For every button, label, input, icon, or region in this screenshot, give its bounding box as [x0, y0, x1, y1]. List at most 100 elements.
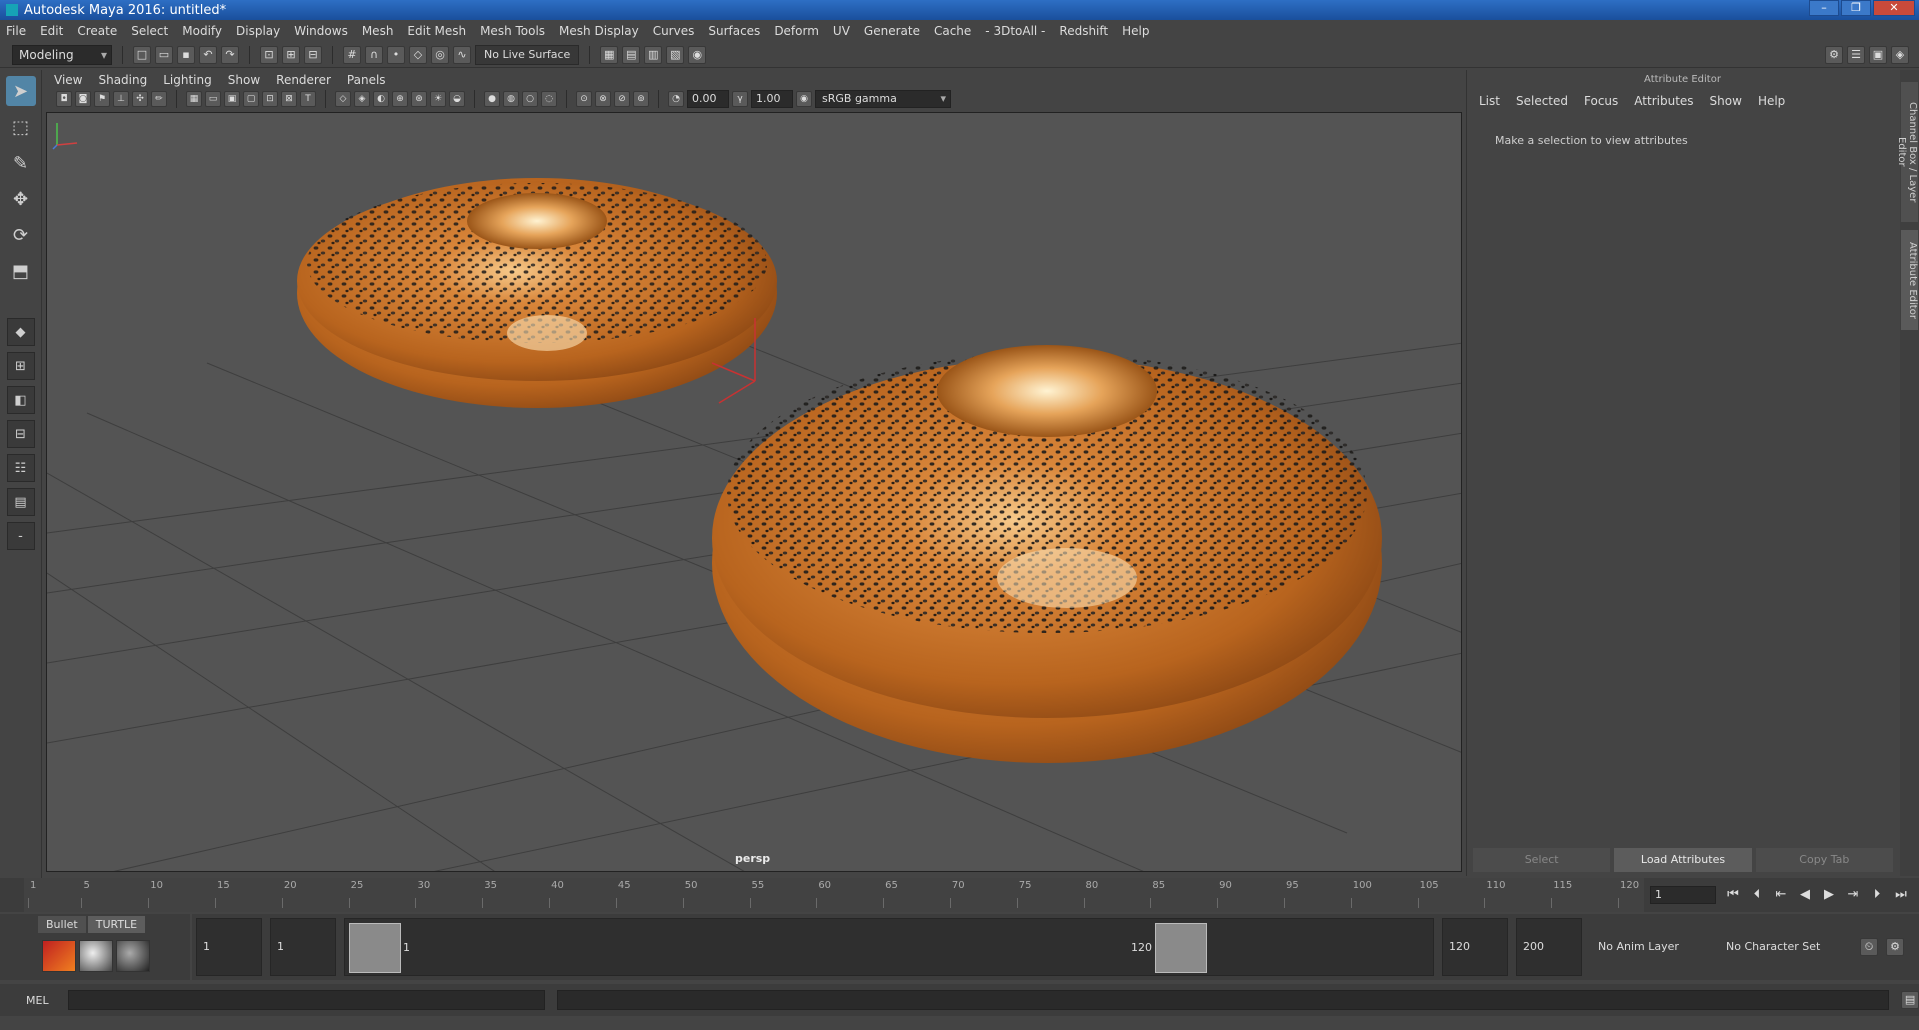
menu-surfaces[interactable]: Surfaces: [708, 24, 760, 38]
menu-3dtoall[interactable]: - 3DtoAll -: [985, 24, 1045, 38]
menu-mesh[interactable]: Mesh: [362, 24, 394, 38]
play-backwards-icon[interactable]: ◀: [1794, 884, 1816, 906]
ae-menu-list[interactable]: List: [1479, 94, 1500, 108]
step-back-key-icon[interactable]: ⇤: [1770, 884, 1792, 906]
playback-start-field[interactable]: 1: [270, 918, 336, 976]
ae-menu-show[interactable]: Show: [1710, 94, 1742, 108]
copy-tab-button[interactable]: Copy Tab: [1755, 848, 1893, 872]
move-tool-icon[interactable]: ✥: [6, 184, 36, 214]
uv-editor-layout-icon[interactable]: ▤: [6, 488, 35, 516]
grid-icon[interactable]: ▦: [186, 91, 202, 107]
open-scene-icon[interactable]: ▭: [155, 45, 173, 64]
ipr-render-icon[interactable]: ▥: [644, 45, 663, 64]
make-live-icon[interactable]: ◎: [431, 45, 449, 64]
bookmark-icon[interactable]: ⚑: [94, 91, 110, 107]
anim-layer-select[interactable]: No Anim Layer: [1592, 918, 1712, 976]
select-camera-icon[interactable]: ◘: [56, 91, 72, 107]
default-material-icon[interactable]: ◐: [373, 91, 389, 107]
resolution-gate-icon[interactable]: ▣: [224, 91, 240, 107]
turtle-render-icon[interactable]: [42, 940, 76, 972]
motion-blur-icon[interactable]: ◍: [503, 91, 519, 107]
menu-set-select[interactable]: Modeling: [12, 44, 112, 65]
single-perspective-view-icon[interactable]: ◆: [6, 318, 35, 346]
select-component-icon[interactable]: ⊟: [304, 45, 322, 64]
maximize-button[interactable]: ❐: [1841, 0, 1871, 16]
menu-modify[interactable]: Modify: [182, 24, 222, 38]
menu-uv[interactable]: UV: [833, 24, 850, 38]
safe-title-icon[interactable]: T: [300, 91, 316, 107]
four-view-layout-icon[interactable]: ⊞: [6, 352, 35, 380]
screen-space-ao-icon[interactable]: ●: [484, 91, 500, 107]
use-all-lights-icon[interactable]: ☀: [430, 91, 446, 107]
ae-select-button[interactable]: Select: [1473, 848, 1611, 872]
persp-outliner-layout-icon[interactable]: ◧: [6, 386, 35, 414]
color-management-icon[interactable]: ◉: [796, 91, 812, 107]
xray-icon[interactable]: ⊗: [595, 91, 611, 107]
hypershade-layout-icon[interactable]: ☷: [6, 454, 35, 482]
render-frame-icon[interactable]: ▤: [622, 45, 641, 64]
go-to-end-icon[interactable]: ⏭: [1890, 884, 1912, 906]
gamma-icon[interactable]: γ: [732, 91, 748, 107]
go-to-start-icon[interactable]: ⏮: [1722, 884, 1744, 906]
image-plane-icon[interactable]: ⊥: [113, 91, 129, 107]
two-d-pan-zoom-icon[interactable]: ✣: [132, 91, 148, 107]
time-slider[interactable]: 1 5 10 15 20 25 30 35 40 45 50 55 60 65 70 75 80 85 90 95 10…: [0, 878, 1919, 912]
scale-tool-icon[interactable]: ⬒: [6, 256, 36, 286]
viewport-menu-shading[interactable]: Shading: [98, 73, 147, 87]
current-frame-field[interactable]: 1: [1650, 886, 1716, 904]
undo-icon[interactable]: ↶: [199, 45, 217, 64]
script-language-label[interactable]: MEL: [26, 994, 56, 1007]
menu-generate[interactable]: Generate: [864, 24, 920, 38]
menu-mesh-display[interactable]: Mesh Display: [559, 24, 639, 38]
viewport-menu-view[interactable]: View: [54, 73, 82, 87]
attribute-editor-toggle-icon[interactable]: ☰: [1847, 45, 1865, 64]
animation-preferences-icon[interactable]: ⚙: [1886, 938, 1904, 956]
range-end-handle[interactable]: [1155, 923, 1207, 973]
save-scene-icon[interactable]: ▪: [177, 45, 195, 64]
wireframe-icon[interactable]: ◇: [335, 91, 351, 107]
turtle-bake-icon[interactable]: [79, 940, 113, 972]
character-set-select[interactable]: No Character Set: [1720, 918, 1850, 976]
gamma-field[interactable]: 1.00: [751, 90, 793, 108]
channel-box-tab[interactable]: Channel Box / Layer Editor: [1896, 82, 1918, 222]
menu-deform[interactable]: Deform: [774, 24, 819, 38]
depth-of-field-icon[interactable]: ◌: [541, 91, 557, 107]
smooth-shade-icon[interactable]: ◈: [354, 91, 370, 107]
exposure-icon[interactable]: ◔: [668, 91, 684, 107]
render-settings-icon[interactable]: ▧: [666, 45, 685, 64]
snap-point-icon[interactable]: •: [387, 45, 405, 64]
range-start-handle[interactable]: [349, 923, 401, 973]
select-tool-icon[interactable]: ➤: [5, 76, 36, 106]
film-gate-icon[interactable]: ▭: [205, 91, 221, 107]
range-slider[interactable]: 1 120: [344, 918, 1434, 976]
new-scene-icon[interactable]: □: [133, 45, 151, 64]
snap-curve-icon[interactable]: ∩: [365, 45, 383, 64]
shadows-icon[interactable]: ◒: [449, 91, 465, 107]
auto-key-icon[interactable]: ⏲: [1860, 938, 1878, 956]
playback-end-field[interactable]: 120: [1442, 918, 1508, 976]
viewport-menu-show[interactable]: Show: [228, 73, 260, 87]
exposure-field[interactable]: 0.00: [687, 90, 729, 108]
xray-joints-icon[interactable]: ⊘: [614, 91, 630, 107]
minimize-button[interactable]: –: [1809, 0, 1839, 16]
load-attributes-button[interactable]: Load Attributes: [1614, 848, 1752, 872]
rotate-tool-icon[interactable]: ⟳: [6, 220, 36, 250]
camera-attributes-icon[interactable]: ◙: [75, 91, 91, 107]
menu-curves[interactable]: Curves: [653, 24, 695, 38]
lasso-tool-icon[interactable]: ⬚: [6, 112, 36, 142]
viewport-menu-panels[interactable]: Panels: [347, 73, 386, 87]
ae-menu-focus[interactable]: Focus: [1584, 94, 1618, 108]
menu-edit-mesh[interactable]: Edit Mesh: [407, 24, 466, 38]
script-editor-icon[interactable]: ▤: [1901, 991, 1919, 1009]
more-layouts-icon[interactable]: -: [6, 522, 35, 550]
menu-windows[interactable]: Windows: [294, 24, 348, 38]
hypershade-icon[interactable]: ◉: [688, 45, 707, 64]
shelf-tab-bullet[interactable]: Bullet: [38, 916, 86, 933]
animation-start-field[interactable]: 1: [196, 918, 262, 976]
animation-end-field[interactable]: 200: [1516, 918, 1582, 976]
select-hierarchy-icon[interactable]: ⊡: [260, 45, 278, 64]
tool-settings-icon[interactable]: ▣: [1869, 45, 1887, 64]
anti-aliasing-icon[interactable]: ○: [522, 91, 538, 107]
viewport-menu-lighting[interactable]: Lighting: [163, 73, 212, 87]
ae-menu-selected[interactable]: Selected: [1516, 94, 1568, 108]
